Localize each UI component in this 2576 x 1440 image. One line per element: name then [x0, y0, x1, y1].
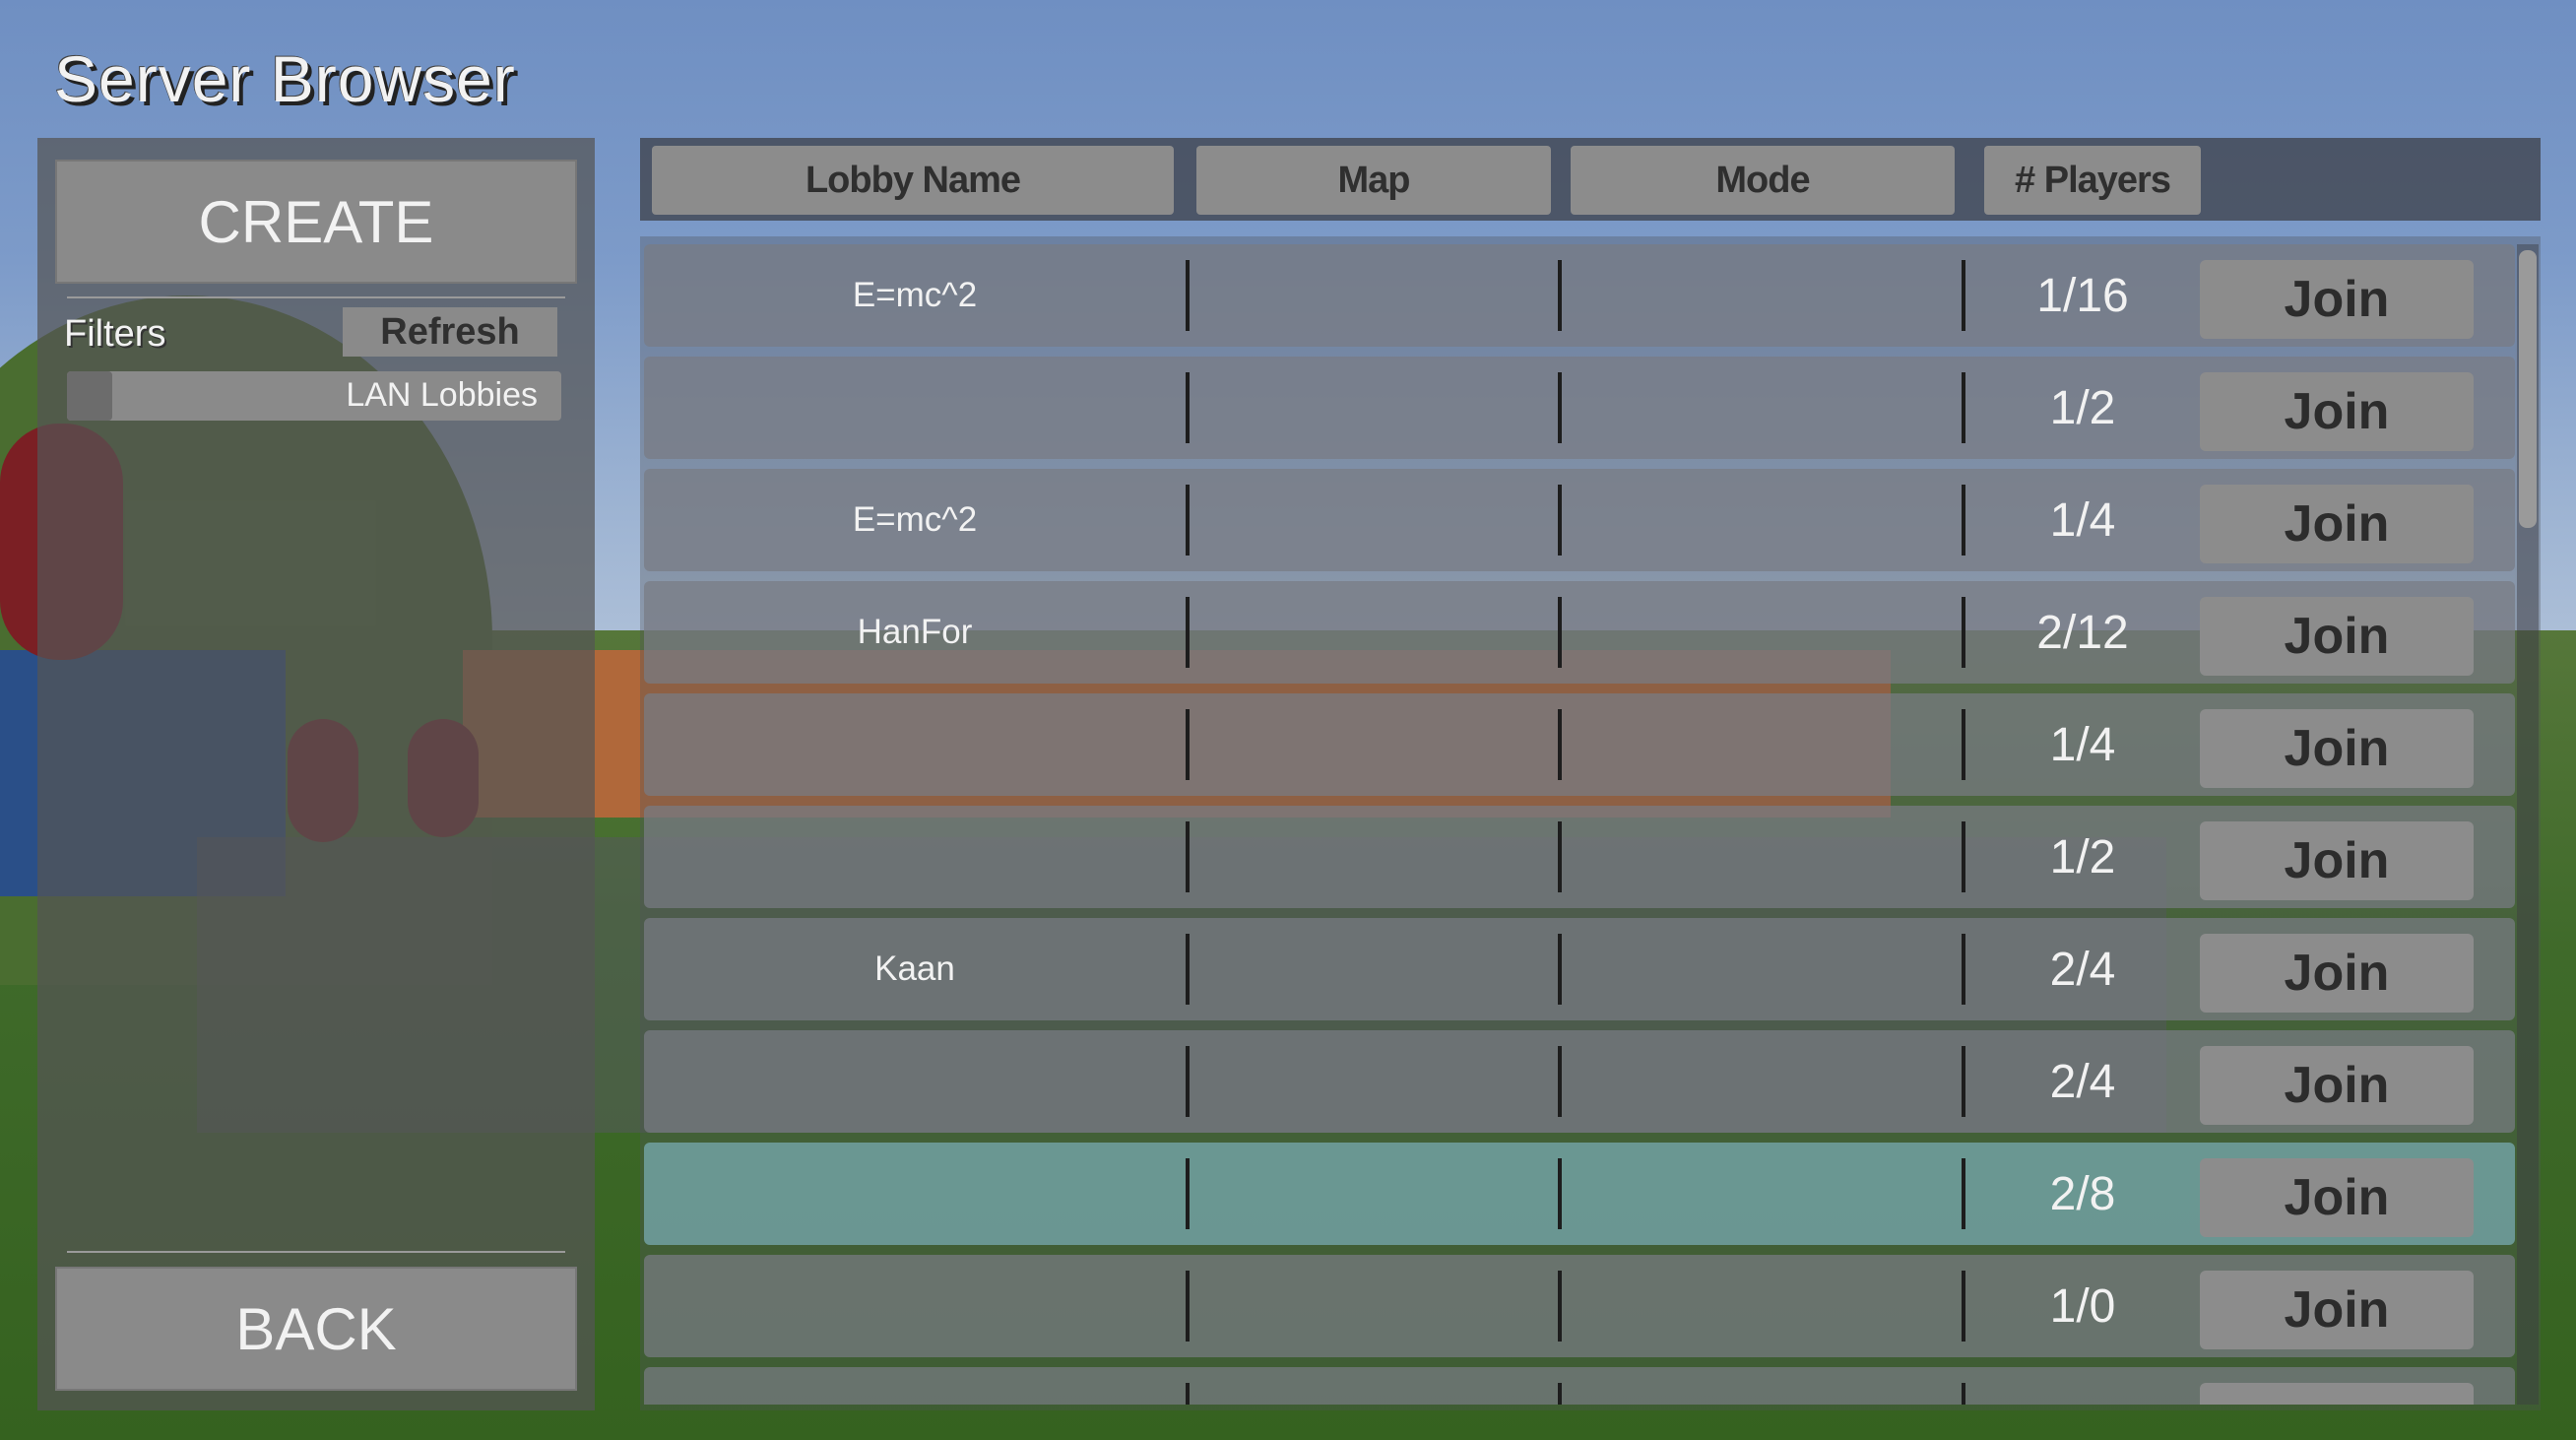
column-separator [1558, 1158, 1562, 1229]
column-separator [1962, 821, 1965, 892]
refresh-button[interactable]: Refresh [343, 307, 557, 357]
join-button[interactable]: Join [2200, 597, 2474, 676]
player-count: 1/2 [2049, 830, 2116, 884]
lobby-row[interactable]: E=mc^2 1/16 Join [644, 244, 2515, 347]
column-separator [1962, 934, 1965, 1005]
join-button[interactable]: Join [2200, 485, 2474, 563]
column-separator [1558, 934, 1562, 1005]
player-count: 1/4 [2049, 718, 2116, 771]
lobby-name-cell: HanFor [857, 613, 973, 651]
column-separator [1558, 597, 1562, 668]
player-count: 2/8 [2049, 1167, 2116, 1220]
column-header-bar: Lobby Name Map Mode # Players [640, 138, 2541, 221]
column-separator [1962, 709, 1965, 780]
join-button[interactable]: Join [2200, 1158, 2474, 1237]
join-button[interactable]: Join [2200, 934, 2474, 1013]
player-count: 1/2 [2049, 381, 2116, 434]
column-header-lobby-name[interactable]: Lobby Name [652, 146, 1174, 215]
column-separator [1558, 1271, 1562, 1342]
lobby-row[interactable]: E=mc^2 1/4 Join [644, 469, 2515, 571]
lobby-name-cell: E=mc^2 [852, 500, 978, 539]
page-title: Server Browser [54, 42, 516, 115]
lan-lobbies-label: LAN Lobbies [346, 376, 538, 414]
scrollbar-thumb[interactable] [2519, 250, 2537, 528]
join-button[interactable] [2200, 1383, 2474, 1405]
column-separator [1558, 1046, 1562, 1117]
toggle-knob[interactable] [67, 371, 112, 421]
lobby-name-cell [644, 1030, 1186, 1133]
scrollbar[interactable] [2517, 244, 2539, 1405]
create-button[interactable]: CREATE [55, 160, 577, 284]
lobby-row[interactable]: 1/2 Join [644, 357, 2515, 459]
column-separator [1558, 485, 1562, 556]
column-separator [1186, 821, 1190, 892]
back-button[interactable]: BACK [55, 1267, 577, 1391]
column-separator [1962, 260, 1965, 331]
column-separator [1186, 260, 1190, 331]
column-separator [1962, 1271, 1965, 1342]
lobby-name-cell [644, 1255, 1186, 1357]
column-separator [1186, 934, 1190, 1005]
column-separator [1186, 1271, 1190, 1342]
column-separator [1962, 1158, 1965, 1229]
lobby-list: E=mc^2 1/16 Join 1/2 Join E=mc^2 1/4 Join HanFor… [640, 236, 2541, 1410]
column-header-mode[interactable]: Mode [1571, 146, 1955, 215]
join-button[interactable]: Join [2200, 709, 2474, 788]
column-separator [1186, 709, 1190, 780]
column-separator [1962, 1383, 1965, 1405]
player-count: 2/4 [2049, 1055, 2116, 1108]
lobby-list-viewport[interactable]: E=mc^2 1/16 Join 1/2 Join E=mc^2 1/4 Join HanFor… [644, 244, 2515, 1405]
lobby-name-cell [644, 1367, 1186, 1405]
column-separator [1558, 709, 1562, 780]
join-button[interactable]: Join [2200, 821, 2474, 900]
lobby-name-cell [644, 806, 1186, 908]
join-button[interactable]: Join [2200, 260, 2474, 339]
player-count: 1/0 [2049, 1279, 2116, 1333]
lobby-row[interactable] [644, 1367, 2515, 1405]
lobby-name-cell [644, 357, 1186, 459]
column-header-map[interactable]: Map [1196, 146, 1551, 215]
lobby-row[interactable]: 1/4 Join [644, 693, 2515, 796]
column-separator [1962, 372, 1965, 443]
lobby-name-cell [644, 693, 1186, 796]
column-separator [1962, 1046, 1965, 1117]
column-separator [1962, 597, 1965, 668]
column-separator [1962, 485, 1965, 556]
player-count: 1/4 [2049, 493, 2116, 547]
column-separator [1186, 1158, 1190, 1229]
column-separator [1186, 372, 1190, 443]
lobby-row[interactable]: 2/4 Join [644, 1030, 2515, 1133]
column-separator [1558, 260, 1562, 331]
lan-lobbies-toggle[interactable]: LAN Lobbies [67, 371, 561, 421]
left-panel: CREATE Filters Refresh LAN Lobbies BACK [37, 138, 595, 1410]
column-separator [1186, 597, 1190, 668]
lobby-row[interactable]: 1/2 Join [644, 806, 2515, 908]
lobby-row[interactable]: Kaan 2/4 Join [644, 918, 2515, 1020]
column-separator [1558, 821, 1562, 892]
lobby-row[interactable]: 1/0 Join [644, 1255, 2515, 1357]
join-button[interactable]: Join [2200, 1046, 2474, 1125]
divider [67, 1251, 565, 1253]
column-separator [1558, 372, 1562, 443]
lobby-name-cell: E=mc^2 [852, 276, 978, 314]
column-separator [1186, 1383, 1190, 1405]
lobby-name-cell [644, 1143, 1186, 1245]
divider [67, 296, 565, 298]
join-button[interactable]: Join [2200, 372, 2474, 451]
column-separator [1186, 485, 1190, 556]
column-separator [1558, 1383, 1562, 1405]
player-count: 1/16 [2036, 269, 2129, 322]
player-count: 2/12 [2036, 606, 2129, 659]
join-button[interactable]: Join [2200, 1271, 2474, 1349]
column-separator [1186, 1046, 1190, 1117]
player-count: 2/4 [2049, 943, 2116, 996]
lobby-row[interactable]: HanFor 2/12 Join [644, 581, 2515, 684]
lobby-name-cell: Kaan [874, 949, 955, 988]
column-header-players[interactable]: # Players [1984, 146, 2201, 215]
player-count [1969, 1367, 2196, 1405]
lobby-row[interactable]: 2/8 Join [644, 1143, 2515, 1245]
filters-label: Filters [64, 313, 166, 355]
